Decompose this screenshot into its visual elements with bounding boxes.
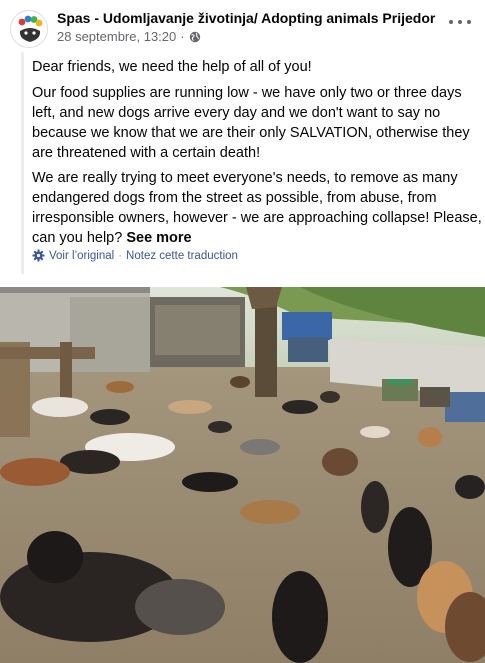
- gear-icon[interactable]: [32, 249, 45, 262]
- more-options-button[interactable]: [449, 14, 471, 30]
- post-meta: 28 septembre, 13:20 ·: [57, 29, 201, 44]
- more-dots-icon: [449, 20, 453, 24]
- post-timestamp[interactable]: 28 septembre, 13:20: [57, 29, 176, 44]
- more-dot: [458, 20, 462, 24]
- avatar[interactable]: [10, 10, 48, 48]
- facebook-post: Spas - Udomljavanje životinja/ Adopting …: [0, 0, 485, 663]
- more-dot: [467, 20, 471, 24]
- post-text: Dear friends, we need the help of all of…: [21, 52, 485, 274]
- meta-separator: ·: [180, 29, 185, 44]
- post-header: Spas - Udomljavanje životinja/ Adopting …: [0, 0, 485, 52]
- post-paragraph-3-text: We are really trying to meet everyone's …: [32, 170, 482, 246]
- translation-separator: ·: [118, 249, 123, 262]
- rate-translation-link[interactable]: Notez cette traduction: [126, 250, 238, 262]
- page-name-link[interactable]: Spas - Udomljavanje životinja/ Adopting …: [57, 10, 435, 26]
- see-more-link[interactable]: See more: [126, 230, 191, 246]
- translation-bar: Voir l’original · Notez cette traduction: [32, 249, 238, 262]
- post-paragraph-2: Our food supplies are running low - we h…: [32, 85, 470, 161]
- post-paragraph-3: We are really trying to meet everyone's …: [32, 168, 482, 248]
- see-original-link[interactable]: Voir l’original: [49, 250, 114, 262]
- globe-icon[interactable]: [189, 31, 201, 43]
- post-paragraph-1: Dear friends, we need the help of all of…: [32, 59, 312, 75]
- post-photo[interactable]: [0, 287, 485, 663]
